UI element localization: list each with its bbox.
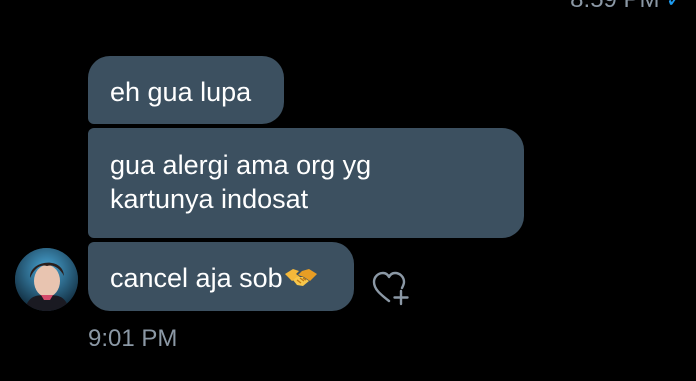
handshake-emoji bbox=[284, 263, 318, 297]
message-text: cancel aja sob bbox=[110, 263, 283, 293]
message-bubble[interactable]: gua alergi ama org yg kartunya indosat bbox=[88, 128, 524, 238]
message-timestamp: 9:01 PM bbox=[88, 325, 178, 352]
message-bubble[interactable]: eh gua lupa bbox=[88, 56, 284, 124]
checkmark-icon: ✓ bbox=[666, 0, 684, 12]
previous-timestamp: 8:59 PM bbox=[570, 0, 659, 13]
previous-message-status: 8:59 PM ✓ bbox=[570, 0, 684, 14]
message-text-line: gua alergi ama org yg bbox=[110, 150, 372, 180]
message-text-line: kartunya indosat bbox=[110, 184, 309, 214]
message-bubble[interactable]: cancel aja sob bbox=[88, 242, 354, 311]
heart-plus-icon bbox=[372, 271, 409, 306]
message-text: eh gua lupa bbox=[110, 77, 252, 107]
avatar[interactable] bbox=[15, 248, 78, 311]
add-reaction-button[interactable] bbox=[372, 270, 412, 308]
